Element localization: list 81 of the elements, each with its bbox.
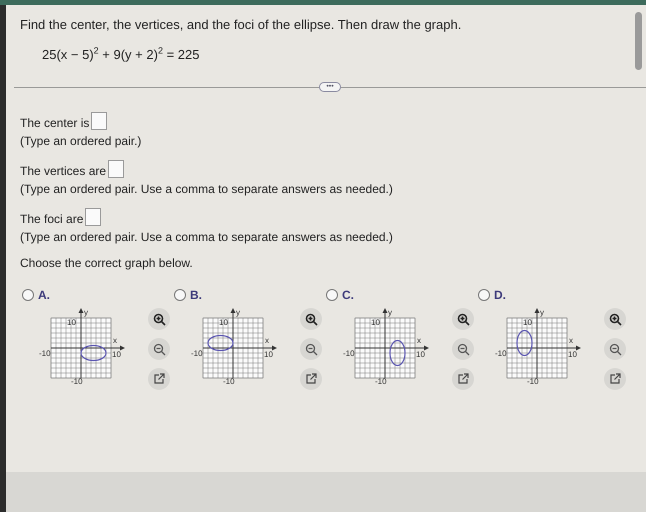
ellipse-equation: 25(x − 5)$^{2}$ + 9(y + 2)$^{2}$ = 225 <box>42 45 200 62</box>
axis-label: 10 <box>67 318 76 328</box>
zoom-in-icon <box>304 312 318 326</box>
axis-label: y <box>540 308 544 318</box>
zoom-in-button[interactable] <box>604 308 626 330</box>
option-radio[interactable]: D. <box>478 288 630 302</box>
open-graph-button[interactable] <box>300 368 322 390</box>
radio-circle[interactable] <box>22 289 34 302</box>
radio-circle[interactable] <box>478 289 490 302</box>
external-link-icon <box>457 373 469 386</box>
zoom-in-icon <box>456 312 470 326</box>
option-letter: A. <box>38 288 50 302</box>
scrollbar[interactable] <box>635 12 642 70</box>
external-link-icon <box>609 373 621 386</box>
answer-field[interactable] <box>85 208 102 226</box>
axis-label: y <box>388 308 392 318</box>
axis-label: 10 <box>568 350 577 360</box>
axis-label: -10 <box>343 349 355 358</box>
y-axis-arrow <box>382 308 388 379</box>
axis-label: x <box>113 336 117 346</box>
open-graph-button[interactable] <box>604 368 626 390</box>
zoom-in-button[interactable] <box>148 308 170 330</box>
axis-label: -10 <box>223 377 235 386</box>
y-axis-arrow <box>230 308 236 379</box>
grid-drawing <box>354 318 416 379</box>
axis-label: 10 <box>112 350 121 360</box>
grid-drawing <box>50 318 112 379</box>
zoom-out-icon <box>456 342 470 356</box>
axis-label: -10 <box>375 377 387 386</box>
answer-hint: (Type an ordered pair.) <box>20 134 142 148</box>
axis-label: 10 <box>523 318 532 328</box>
radio-circle[interactable] <box>326 289 338 302</box>
option-radio[interactable]: B. <box>174 288 326 302</box>
zoom-out-icon <box>152 342 166 356</box>
axis-label: 10 <box>264 350 273 360</box>
question-prompt: Find the center, the vertices, and the foci of the ellipse. Then draw the graph. <box>19 16 462 32</box>
zoom-out-button[interactable] <box>148 338 170 360</box>
axis-label: 10 <box>219 318 228 328</box>
answer-hint: (Type an ordered pair. Use a comma to separate answers as needed.) <box>20 230 394 244</box>
zoom-in-button[interactable] <box>300 308 322 330</box>
external-link-icon <box>153 373 165 386</box>
axis-label: 10 <box>371 318 380 328</box>
zoom-out-button[interactable] <box>300 338 322 360</box>
axis-label: x <box>569 336 573 346</box>
option-letter: B. <box>190 288 202 302</box>
axis-label: x <box>417 336 421 346</box>
option-radio[interactable]: A. <box>22 288 174 302</box>
option-letter: C. <box>342 288 354 302</box>
answer-label: The vertices are <box>20 164 106 178</box>
radio-circle[interactable] <box>174 289 186 302</box>
y-axis-arrow <box>78 308 84 379</box>
answer-field[interactable] <box>91 112 108 130</box>
zoom-in-icon <box>608 312 622 326</box>
axis-label: x <box>265 336 269 346</box>
choose-prompt: Choose the correct graph below. <box>19 255 194 270</box>
axis-label: -10 <box>527 377 539 386</box>
zoom-in-icon <box>152 312 166 326</box>
grid-drawing <box>202 318 264 379</box>
zoom-out-icon <box>304 342 318 356</box>
axis-label: y <box>84 308 88 318</box>
zoom-in-button[interactable] <box>452 308 474 330</box>
axis-label: -10 <box>39 349 51 358</box>
axis-label: 10 <box>416 350 425 360</box>
axis-label: -10 <box>191 349 203 358</box>
open-graph-button[interactable] <box>452 368 474 390</box>
option-radio[interactable]: C. <box>326 288 478 302</box>
grid-drawing <box>506 318 568 379</box>
answer-field[interactable] <box>108 160 124 178</box>
external-link-icon <box>305 373 317 386</box>
answer-label: The foci are <box>20 212 84 226</box>
zoom-out-button[interactable] <box>452 338 474 360</box>
zoom-out-icon <box>608 342 622 356</box>
axis-label: y <box>236 308 240 318</box>
y-axis-arrow <box>534 308 540 379</box>
open-graph-button[interactable] <box>148 368 170 390</box>
answer-hint: (Type an ordered pair. Use a comma to separate answers as needed.) <box>20 182 394 196</box>
zoom-out-button[interactable] <box>604 338 626 360</box>
answer-label: The center is <box>20 116 90 130</box>
option-letter: D. <box>494 288 506 302</box>
axis-label: -10 <box>71 377 83 386</box>
axis-label: -10 <box>495 349 507 358</box>
